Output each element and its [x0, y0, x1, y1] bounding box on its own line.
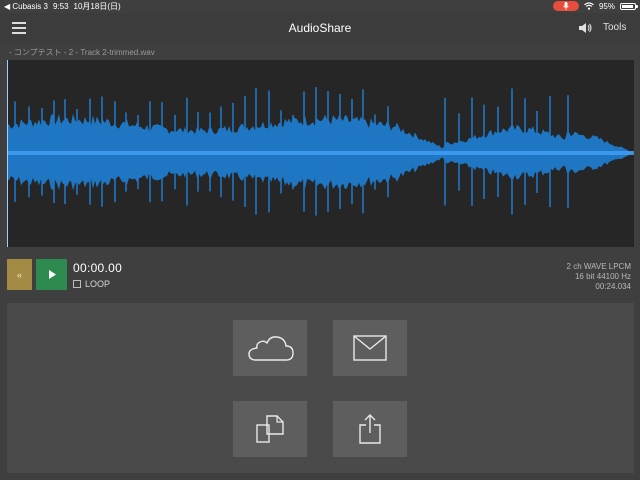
battery-fill	[622, 4, 634, 8]
actions-panel	[7, 303, 634, 473]
file-duration: 00:24.034	[595, 282, 631, 291]
file-bits-rate: 16 bit 44100 Hz	[574, 272, 631, 281]
copy-icon	[256, 415, 284, 443]
share-icon	[359, 414, 381, 444]
wifi-icon	[584, 2, 594, 10]
cloud-upload-button[interactable]	[233, 320, 307, 376]
battery-percent: 95%	[598, 1, 615, 11]
waveform-center-line	[7, 151, 634, 155]
playback-time: 00:00.00	[73, 261, 123, 275]
nav-bar: AudioShare Tools	[0, 13, 640, 44]
file-format: 2 ch WAVE LPCM	[566, 262, 631, 271]
status-time: 9:53	[52, 2, 69, 11]
file-name: - コンプテスト - 2 - Track 2-trimmed.wav	[9, 48, 155, 57]
back-to-app-link[interactable]: ◀ Cubasis 3	[4, 2, 48, 11]
status-bar: ◀ Cubasis 3 9:53 10月18日(日) 95%	[0, 0, 640, 13]
tools-button[interactable]: Tools	[603, 22, 626, 33]
status-left: ◀ Cubasis 3 9:53 10月18日(日)	[4, 1, 121, 12]
share-button[interactable]	[333, 401, 407, 457]
status-right: 95%	[552, 1, 638, 11]
speaker-icon[interactable]	[578, 22, 592, 34]
waveform[interactable]	[7, 60, 634, 247]
play-icon	[48, 270, 56, 279]
battery-icon	[620, 2, 638, 10]
waveform-panel[interactable]	[7, 60, 634, 247]
file-info: 2 ch WAVE LPCM 16 bit 44100 Hz 00:24.034	[567, 262, 631, 292]
loop-toggle[interactable]: LOOP	[73, 279, 110, 289]
play-button[interactable]	[36, 259, 67, 290]
rewind-button[interactable]: «	[7, 259, 32, 290]
copy-button[interactable]	[233, 401, 307, 457]
loop-checkbox[interactable]	[73, 280, 81, 288]
status-date: 10月18日(日)	[73, 2, 121, 11]
email-button[interactable]	[333, 320, 407, 376]
app-title: AudioShare	[288, 21, 352, 35]
cloud-icon	[248, 336, 294, 361]
microphone-indicator-icon	[552, 1, 579, 11]
mail-icon	[353, 335, 387, 361]
loop-label: LOOP	[85, 279, 111, 289]
